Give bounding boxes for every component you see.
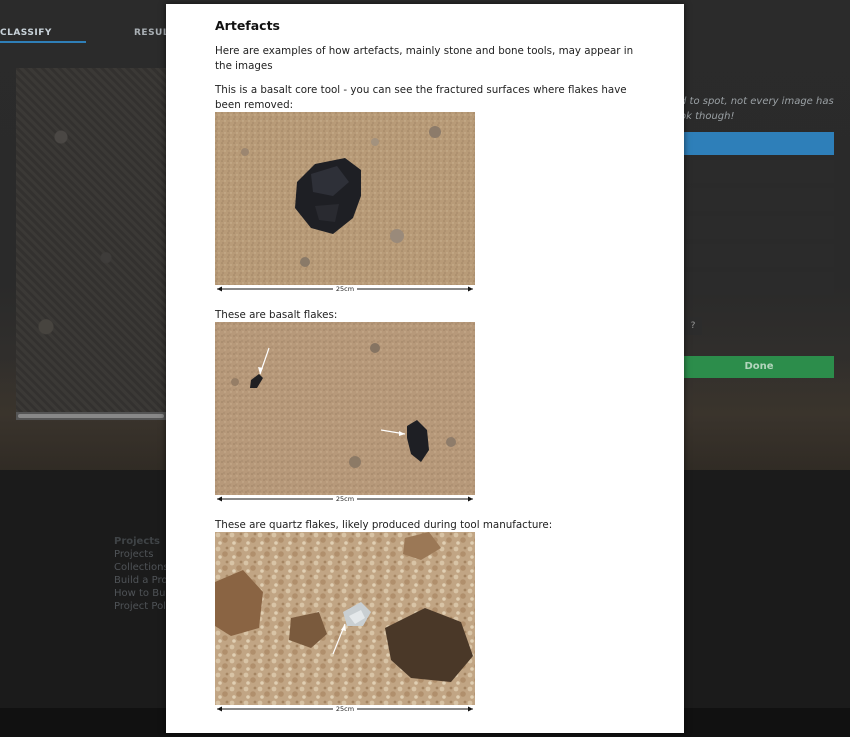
field-guide-modal: Artefacts Here are examples of how artef… — [166, 4, 684, 733]
flakes-caption: These are basalt flakes: — [215, 309, 338, 321]
quartz-caption: These are quartz flakes, likely produced… — [215, 519, 553, 531]
scale-label: 25cm — [333, 285, 357, 293]
scale-bar: 25cm — [215, 704, 475, 716]
task-answer-option[interactable] — [684, 272, 834, 295]
task-answer-option[interactable] — [684, 188, 834, 211]
task-hint: d to spot, not every image has ok though… — [680, 96, 834, 122]
modal-intro: Here are examples of how artefacts, main… — [215, 45, 634, 72]
scale-label: 25cm — [333, 495, 357, 503]
core-tool-caption: This is a basalt core tool - you can see… — [215, 84, 627, 111]
basalt-flakes-photo — [215, 322, 475, 495]
task-answer-option[interactable] — [684, 244, 834, 267]
modal-title: Artefacts — [215, 18, 280, 33]
image-scrollbar-thumb[interactable] — [18, 414, 164, 418]
scale-bar: 25cm — [215, 494, 475, 506]
task-answer-option[interactable] — [684, 160, 834, 183]
core-tool-photo — [215, 112, 475, 285]
scale-label: 25cm — [333, 705, 357, 713]
help-button[interactable]: ? — [684, 317, 702, 335]
tab-active-indicator — [0, 41, 86, 43]
subject-image[interactable] — [16, 68, 166, 413]
task-answer-selected[interactable] — [684, 132, 834, 155]
quartz-flakes-photo — [215, 532, 475, 705]
tab-classify[interactable]: CLASSIFY — [0, 28, 52, 38]
scale-bar: 25cm — [215, 284, 475, 296]
done-button[interactable]: Done — [684, 356, 834, 378]
task-answer-option[interactable] — [684, 216, 834, 239]
